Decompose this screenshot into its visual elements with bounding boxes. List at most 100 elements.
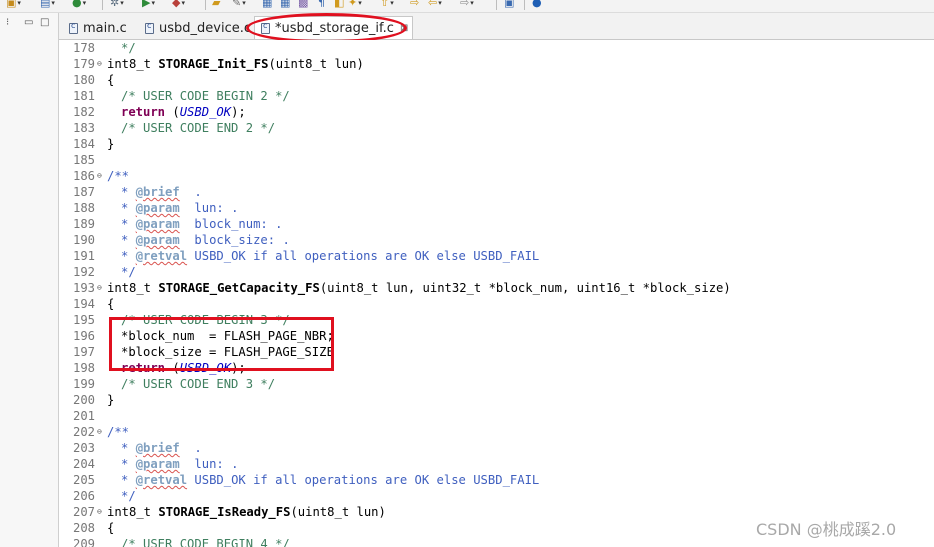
fold-icon[interactable]: ⊖: [97, 504, 102, 520]
info-icon[interactable]: ●: [532, 0, 542, 9]
code-text: */: [121, 489, 136, 503]
tab-label: *usbd_storage_if.c: [275, 20, 394, 36]
next-edit-icon[interactable]: ✦ ▾: [348, 0, 362, 9]
run-icon[interactable]: ◆ ▾: [172, 0, 185, 9]
navigate-icon[interactable]: ▦: [280, 0, 290, 9]
code-text: * @param lun: .: [121, 457, 239, 471]
line-number: 180: [73, 73, 96, 87]
code-line: 201: [59, 408, 934, 424]
tab-main-c[interactable]: main.c: [69, 17, 127, 39]
line-number: 201: [73, 409, 96, 423]
code-line: 186 ⊖/**: [59, 168, 934, 184]
toolbar-separator: [205, 0, 206, 10]
line-number: 178: [73, 41, 96, 55]
open-folder-icon[interactable]: ▰: [212, 0, 220, 9]
line-number: 206: [73, 489, 96, 503]
forward-icon[interactable]: ⇨: [410, 0, 419, 9]
code-line: 196 *block_num = FLASH_PAGE_NBR;: [59, 328, 934, 344]
c-file-icon: [69, 21, 78, 34]
fold-icon[interactable]: ⊖: [97, 280, 102, 296]
line-number: 181: [73, 89, 96, 103]
code-text: */: [121, 41, 136, 55]
code-text: /* USER CODE END 2 */: [121, 121, 276, 135]
code-text: return (USBD_OK);: [121, 361, 246, 375]
line-number: 200: [73, 393, 96, 407]
line-number: 208: [73, 521, 96, 535]
code-line: 178 */: [59, 40, 934, 56]
tab-usbd-storage-if-c[interactable]: *usbd_storage_if.c ⊠: [254, 16, 414, 39]
line-number: 196: [73, 329, 96, 343]
stop-icon[interactable]: ▦: [262, 0, 272, 9]
code-line: 179 ⊖ int8_t STORAGE_Init_FS(uint8_t lun): [59, 56, 934, 72]
c-file-icon: [261, 21, 270, 34]
search-icon[interactable]: ✎ ▾: [232, 0, 246, 9]
outline-icon[interactable]: ▩: [298, 0, 308, 9]
line-number: 203: [73, 441, 96, 455]
maximize-icon[interactable]: □: [40, 17, 49, 28]
code-text: return (USBD_OK);: [121, 105, 246, 119]
code-text: *block_num = FLASH_PAGE_NBR;: [121, 329, 334, 343]
code-line: 187 * @brief .: [59, 184, 934, 200]
line-number: 205: [73, 473, 96, 487]
toolbar-separator: [524, 0, 525, 10]
fold-icon[interactable]: ⊖: [97, 168, 102, 184]
code-line: 185: [59, 152, 934, 168]
code-line: 202 ⊖/**: [59, 424, 934, 440]
line-number: 195: [73, 313, 96, 327]
code-text: }: [107, 393, 115, 407]
code-text: int8_t STORAGE_Init_FS(uint8_t lun): [107, 57, 364, 71]
line-number: 185: [73, 153, 96, 167]
code-text: */: [121, 265, 136, 279]
code-line: 191 * @retval USBD_OK if all operations a…: [59, 248, 934, 264]
line-number: 182: [73, 105, 96, 119]
source-file-icon[interactable]: ▤ ▾: [40, 0, 55, 9]
code-line: 189 * @param block_num: .: [59, 216, 934, 232]
up-icon[interactable]: ⇧ ▾: [380, 0, 394, 9]
code-text: }: [107, 137, 115, 151]
code-text: * @param block_size: .: [121, 233, 290, 247]
left-panel-strip: ⁝ ▭ □: [0, 13, 59, 547]
mark-icon[interactable]: ◧: [334, 0, 344, 9]
code-line: 188 * @param lun: .: [59, 200, 934, 216]
line-number: 187: [73, 185, 96, 199]
minimize-icon[interactable]: ▭: [24, 17, 33, 28]
tab-label: main.c: [83, 20, 127, 36]
line-number: 183: [73, 121, 96, 135]
code-line: 194 {: [59, 296, 934, 312]
fold-icon[interactable]: ⊖: [97, 424, 102, 440]
line-number: 190: [73, 233, 96, 247]
code-line: 180 {: [59, 72, 934, 88]
code-line: 183 /* USER CODE END 2 */: [59, 120, 934, 136]
back-icon[interactable]: ⇦ ▾: [428, 0, 442, 9]
code-line: 205 * @retval USBD_OK if all operations a…: [59, 472, 934, 488]
line-number: 199: [73, 377, 96, 391]
debug-icon[interactable]: ▶ ▾: [142, 0, 155, 9]
tab-usbd-device-c[interactable]: usbd_device.c: [145, 17, 251, 39]
code-line: 197 *block_size = FLASH_PAGE_SIZE: [59, 344, 934, 360]
history-forward-icon[interactable]: ⇨ ▾: [460, 0, 474, 9]
toolbar-separator: [496, 0, 497, 10]
outline-view-icon[interactable]: ⁝: [6, 17, 9, 28]
line-number: 209: [73, 537, 96, 547]
fold-icon[interactable]: ⊖: [97, 56, 102, 72]
code-text: int8_t STORAGE_GetCapacity_FS(uint8_t lu…: [107, 281, 731, 295]
line-number: 194: [73, 297, 96, 311]
c-file-icon: [145, 21, 154, 34]
code-text: * @retval USBD_OK if all operations are …: [121, 249, 540, 263]
code-line: 204 * @param lun: .: [59, 456, 934, 472]
code-line: 200}: [59, 392, 934, 408]
open-perspective-icon[interactable]: ▣: [504, 0, 514, 9]
code-text: * @brief .: [121, 185, 202, 199]
line-number: 184: [73, 137, 96, 151]
close-icon[interactable]: ⊠: [400, 23, 408, 34]
code-editor[interactable]: 178 */ 179 ⊖ int8_t STORAGE_Init_FS(uint8_t…: [59, 40, 934, 547]
code-text: /* USER CODE END 3 */: [121, 377, 276, 391]
task-icon[interactable]: ¶: [318, 0, 325, 9]
code-line: 203 * @brief .: [59, 440, 934, 456]
new-icon[interactable]: ▣ ▾: [6, 0, 21, 9]
code-line: 206 */: [59, 488, 934, 504]
watermark: CSDN @桃成蹊2.0: [756, 520, 897, 539]
build-icon[interactable]: ✲ ▾: [110, 0, 124, 9]
refresh-icon[interactable]: ● ▾: [72, 0, 86, 9]
code-text: /* USER CODE BEGIN 3 */: [121, 313, 290, 327]
